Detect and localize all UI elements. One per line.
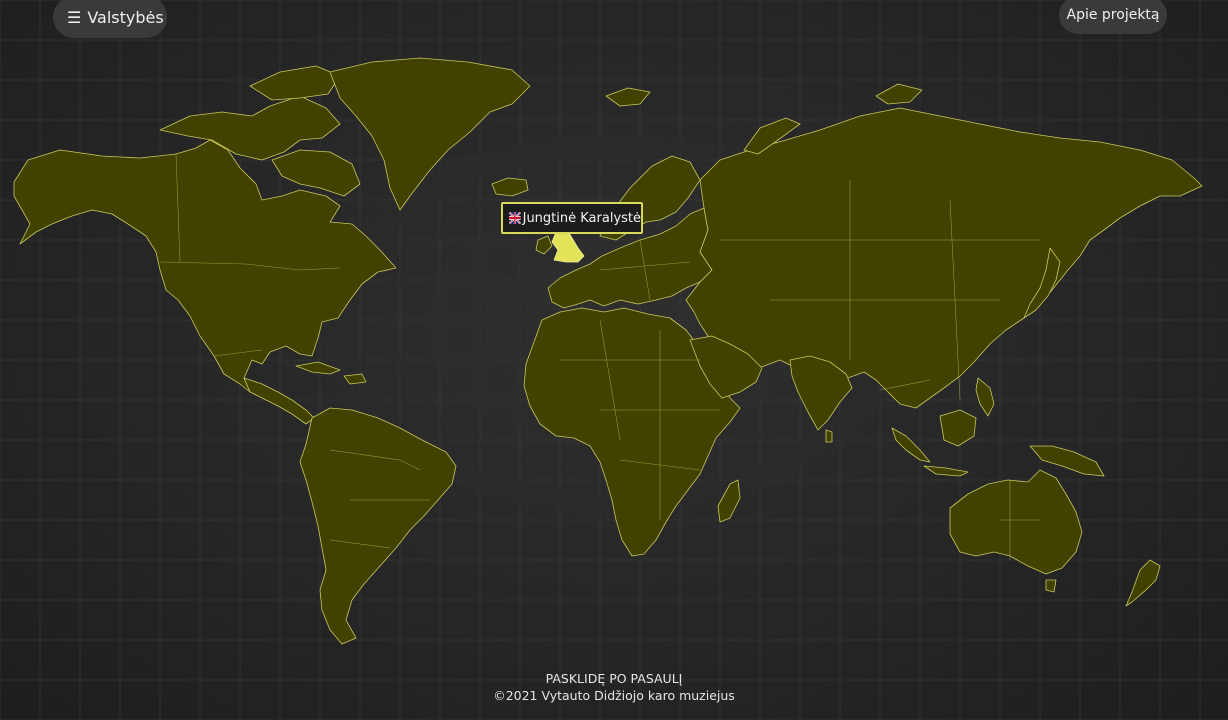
country-new-zealand[interactable] xyxy=(1125,559,1161,607)
country-tooltip: Jungtinė Karalystė xyxy=(501,202,643,234)
country-siberian-islands[interactable] xyxy=(875,83,923,105)
country-central-america[interactable] xyxy=(243,377,315,425)
country-australia[interactable] xyxy=(949,469,1083,575)
countries-menu-label: Valstybės xyxy=(87,7,164,27)
country-svalbard[interactable] xyxy=(605,87,651,107)
country-philippines[interactable] xyxy=(975,377,995,417)
footer-title: PASKLIDĘ PO PASAULĮ xyxy=(545,671,683,686)
hamburger-icon: ☰ xyxy=(67,7,82,27)
footer-copyright: ©2021 Vytauto Didžiojo karo muziejus xyxy=(493,688,735,703)
footer: PASKLIDĘ PO PASAULĮ ©2021 Vytauto Didžio… xyxy=(0,670,1228,704)
country-borneo[interactable] xyxy=(939,409,977,447)
country-madagascar[interactable] xyxy=(717,479,741,523)
about-project-label: Apie projektą xyxy=(1066,7,1160,23)
country-asia[interactable] xyxy=(685,107,1203,409)
country-ellesmere[interactable] xyxy=(249,65,341,101)
country-iceland[interactable] xyxy=(491,177,529,197)
country-hispaniola[interactable] xyxy=(343,373,367,385)
map-app: ☰ Valstybės Apie projektą Jungtinė Karal… xyxy=(0,0,1228,720)
countries-menu-button[interactable]: ☰ Valstybės xyxy=(53,0,167,38)
country-south-america[interactable] xyxy=(299,407,457,645)
about-project-button[interactable]: Apie projektą xyxy=(1059,0,1167,34)
country-baffin-island[interactable] xyxy=(271,149,361,197)
country-java[interactable] xyxy=(923,465,969,477)
country-sri-lanka[interactable] xyxy=(825,429,833,443)
country-cuba[interactable] xyxy=(295,361,341,375)
country-ireland[interactable] xyxy=(535,235,553,255)
country-indonesia-sumatra[interactable] xyxy=(891,427,931,463)
country-tasmania[interactable] xyxy=(1045,579,1057,593)
uk-flag-icon xyxy=(509,212,521,224)
world-map[interactable] xyxy=(0,0,1228,720)
tooltip-country-name: Jungtinė Karalystė xyxy=(522,210,641,226)
